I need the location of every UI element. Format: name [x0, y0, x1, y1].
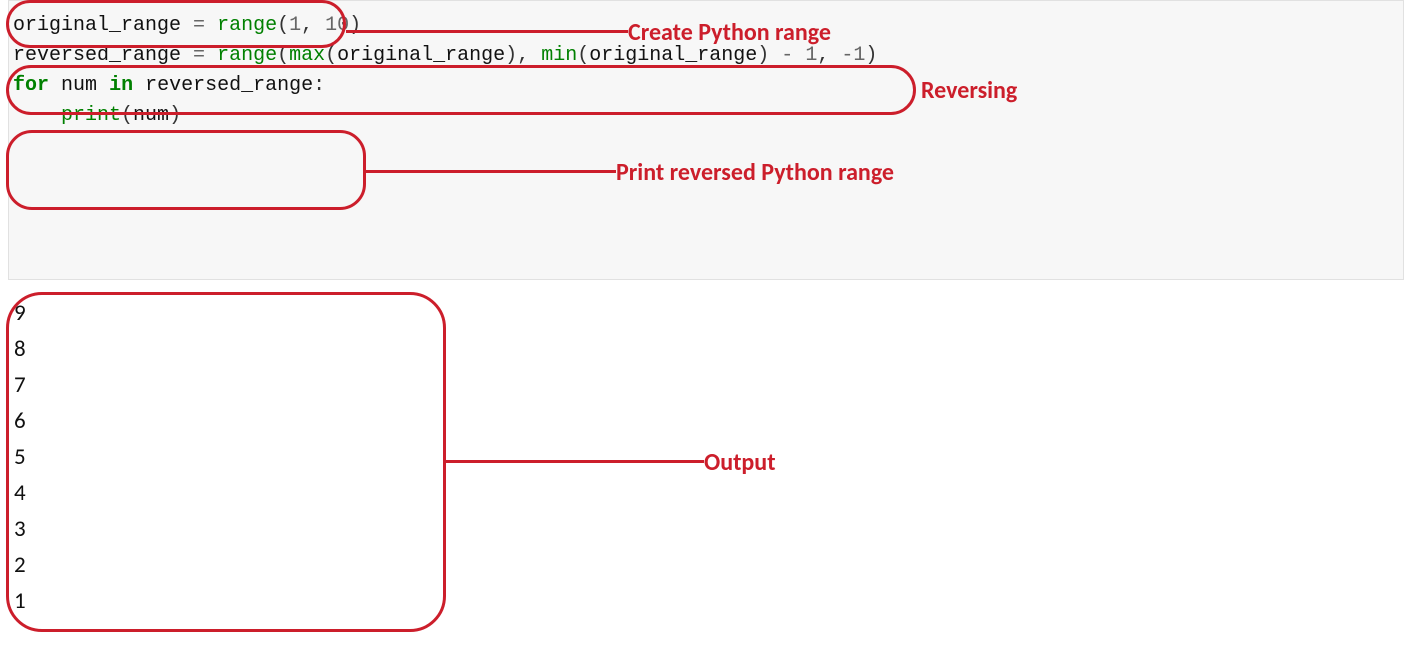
output-line: 9	[14, 295, 534, 331]
output-block: 9 8 7 6 5 4 3 2 1	[8, 295, 534, 619]
code-line-4: print(num)	[13, 101, 1395, 131]
code-line-1: original_range = range(1, 10)	[13, 11, 1395, 41]
output-line: 4	[14, 475, 534, 511]
page-root: { "code": { "line1": { "name1": "origina…	[0, 0, 1411, 645]
code-line-3: for num in reversed_range:	[13, 71, 1395, 101]
code-line-2: reversed_range = range(max(original_rang…	[13, 41, 1395, 71]
annotation-label-output: Output	[704, 448, 776, 477]
output-line: 1	[14, 583, 534, 619]
output-line: 5	[14, 439, 534, 475]
output-line: 3	[14, 511, 534, 547]
output-line: 6	[14, 403, 534, 439]
output-line: 2	[14, 547, 534, 583]
code-block: original_range = range(1, 10) reversed_r…	[8, 0, 1404, 280]
output-line: 7	[14, 367, 534, 403]
output-line: 8	[14, 331, 534, 367]
